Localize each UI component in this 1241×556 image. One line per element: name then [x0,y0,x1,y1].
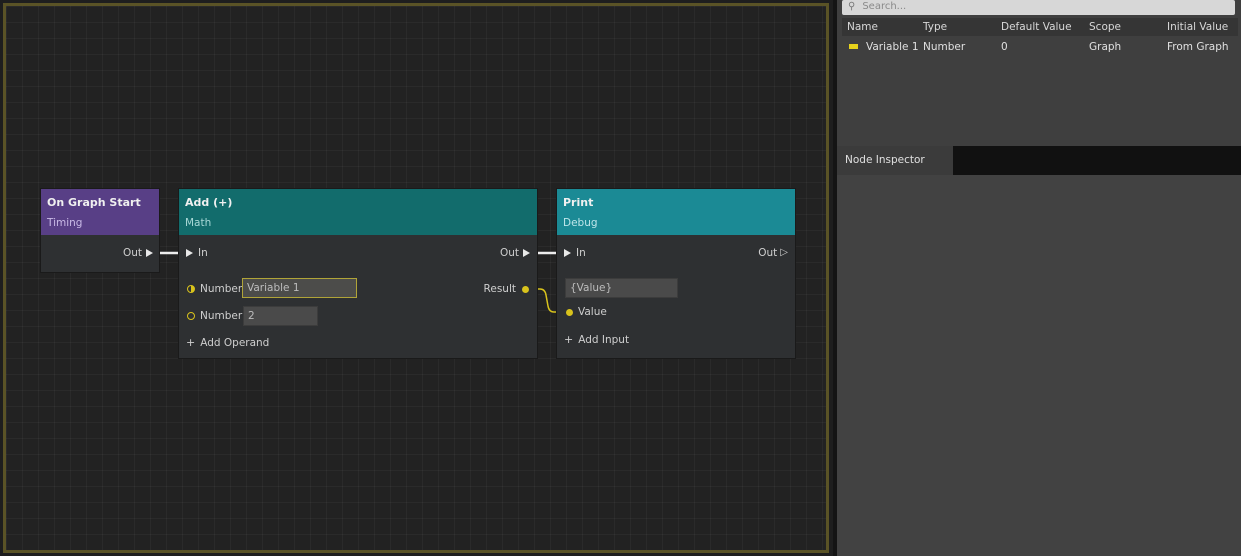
column-header-default-value[interactable]: Default Value [1001,18,1072,36]
print-text-input[interactable]: {Value} [565,278,678,298]
variable-type: Number [923,41,966,53]
right-panel: ⚲ Search... Name Type Default Value Scope… [837,0,1241,556]
add-input-button[interactable]: + Add Input [564,333,629,346]
pin-label: In [576,247,586,259]
plus-icon: + [564,333,574,346]
node-add[interactable]: Add (+) Math In Out Number Variable 1 Nu… [178,188,538,359]
variable-scope: Graph [1089,41,1122,53]
exec-out-pin[interactable]: Out [500,247,530,259]
value-pin[interactable]: Value [566,306,607,318]
column-header-type[interactable]: Type [923,18,947,36]
node-header[interactable]: On Graph Start Timing [41,189,159,235]
node-header[interactable]: Print Debug [557,189,795,235]
add-operand-button[interactable]: + Add Operand [186,336,269,349]
variable-initial-value: From Graph [1167,41,1229,53]
add-input-label: Add Input [578,333,630,346]
variables-table-header: Name Type Default Value Scope Initial Va… [842,18,1238,36]
pin-label: In [198,247,208,259]
node-on-graph-start[interactable]: On Graph Start Timing Out [40,188,160,273]
data-pin-half-connected-icon[interactable] [187,285,195,293]
search-input[interactable]: ⚲ Search... [842,0,1235,15]
pin-label: Number [200,310,243,322]
exec-arrow-outline-icon[interactable]: ▷ [780,248,788,258]
pin-label: Value [578,306,607,318]
data-pin-connected-icon[interactable] [566,308,573,316]
operand-2-input[interactable]: 2 [243,306,318,326]
column-header-name[interactable]: Name [847,18,878,36]
exec-arrow-icon[interactable] [146,249,153,257]
pin-label: Result [483,283,516,295]
exec-out-pin[interactable]: Out [123,247,153,259]
inspector-tab-bar: Node Inspector [837,146,1241,175]
variable-color-swatch [849,44,858,49]
node-category: Timing [47,217,83,229]
node-header[interactable]: Add (+) Math [179,189,537,235]
variable-default-value: 0 [1001,41,1008,53]
operand-1-input[interactable]: Variable 1 [242,278,357,298]
pin-label: Out [499,247,519,259]
node-print[interactable]: Print Debug In Out ▷ {Value} Value + Add… [556,188,796,359]
node-title: On Graph Start [47,196,141,209]
add-operand-label: Add Operand [200,336,270,349]
search-placeholder: Search... [862,1,907,12]
table-row[interactable]: Variable 1 Number 0 Graph From Graph [842,38,1238,56]
pin-label: Number [200,283,243,295]
exec-arrow-icon[interactable] [186,249,193,257]
exec-arrow-icon[interactable] [564,249,571,257]
graph-canvas[interactable]: On Graph Start Timing Out Add (+) Math I… [0,0,836,556]
column-header-scope[interactable]: Scope [1089,18,1121,36]
node-category: Math [185,217,212,229]
pin-label: Out [122,247,142,259]
column-header-initial-value[interactable]: Initial Value [1167,18,1228,36]
tab-node-inspector[interactable]: Node Inspector [837,146,953,175]
data-pin-empty-icon[interactable] [187,312,195,320]
search-icon: ⚲ [848,1,856,12]
exec-out-pin[interactable]: Out ▷ [758,247,788,259]
pin-label: Out [758,247,778,259]
exec-in-pin[interactable]: In [186,247,208,259]
node-title: Add (+) [185,196,233,209]
data-pin-connected-icon[interactable] [522,285,529,293]
result-pin[interactable]: Result [484,283,529,295]
variables-panel: ⚲ Search... Name Type Default Value Scope… [837,0,1241,146]
node-category: Debug [563,217,598,229]
exec-arrow-icon[interactable] [523,249,530,257]
operand-pin-2[interactable]: Number [187,310,242,322]
node-title: Print [563,196,594,209]
operand-pin-1[interactable]: Number [187,283,242,295]
node-inspector-body [837,175,1241,556]
exec-in-pin[interactable]: In [564,247,586,259]
plus-icon: + [186,336,196,349]
variable-name: Variable 1 [866,41,919,53]
